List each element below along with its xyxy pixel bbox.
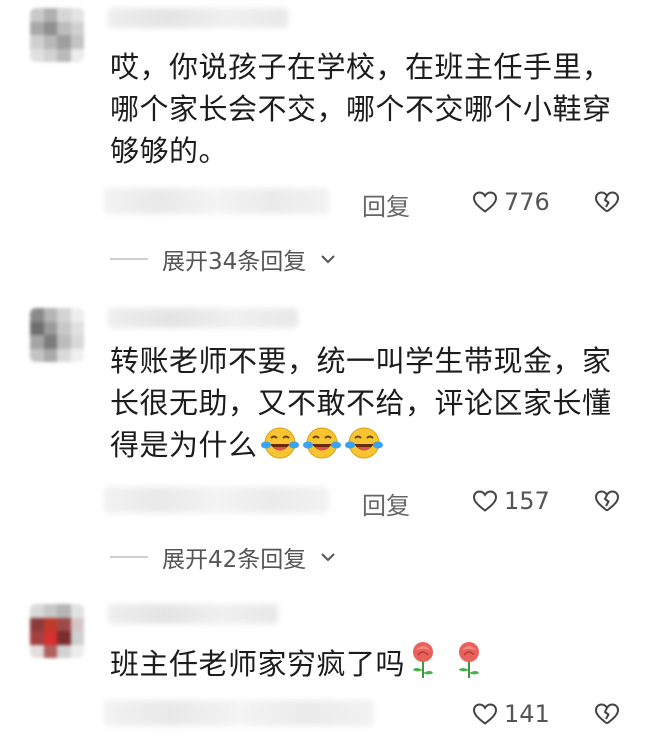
avatar-pixel [70,35,84,49]
like-count: 141 [504,700,550,728]
dislike-button[interactable] [594,702,620,726]
avatar-pixel [43,8,57,22]
avatar-pixel [30,617,44,631]
laughing-tears-emoji [302,425,342,472]
like-button[interactable]: 776 [472,188,550,216]
like-button[interactable]: 141 [472,700,550,728]
avatar-pixel [43,48,57,62]
heart-outline-icon [472,490,498,512]
avatar-pixel [30,631,44,645]
heart-outline-icon [472,191,498,213]
avatar-pixel [70,308,84,322]
avatar-pixel [70,321,84,335]
avatar-pixel [57,617,71,631]
avatar[interactable] [30,604,84,658]
avatar-pixel [57,604,71,618]
chevron-down-icon [321,553,335,562]
avatar-pixel [30,604,44,618]
avatar-pixel [57,35,71,49]
divider-line [110,258,148,260]
timestamp-blurred [104,487,329,513]
avatar-pixel [57,348,71,362]
broken-heart-icon [595,191,619,213]
avatar-pixel [57,308,71,322]
comment-text: 班主任老师家穷疯了吗 [110,640,640,691]
laughing-tears-emoji [344,425,384,472]
avatar-pixel [70,8,84,22]
avatar-pixel [43,308,57,322]
avatar-pixel [43,21,57,35]
dislike-button[interactable] [594,190,620,214]
avatar-pixel [57,631,71,645]
avatar-pixel [43,35,57,49]
avatar-pixel [70,631,84,645]
rose-emoji [407,640,439,691]
username-blurred[interactable] [108,8,288,28]
divider-line [110,556,148,558]
avatar-pixel [30,348,44,362]
avatar-pixel [43,617,57,631]
expand-replies[interactable]: 展开42条回复 [110,540,336,574]
avatar-pixel [70,604,84,618]
like-count: 776 [504,188,550,216]
avatar-pixel [43,644,57,658]
avatar-pixel [70,335,84,349]
timestamp-blurred [104,700,374,726]
avatar[interactable] [30,8,84,62]
avatar-pixel [30,48,44,62]
avatar-pixel [30,8,44,22]
avatar-pixel [70,21,84,35]
rose-emoji [453,640,485,691]
avatar-pixel [57,21,71,35]
avatar-pixel [30,321,44,335]
avatar-pixel [57,48,71,62]
expand-replies[interactable]: 展开34条回复 [110,242,336,276]
avatar-pixel [57,335,71,349]
timestamp-blurred [104,188,329,214]
comment-text: 转账老师不要，统一叫学生带现金，家 长很无助，又不敢不给，评论区家长懂 得是为什… [110,340,640,472]
dislike-button[interactable] [594,489,620,513]
avatar-pixel [30,644,44,658]
avatar-pixel [70,48,84,62]
avatar-pixel [43,604,57,618]
reply-button[interactable]: 回复 [362,187,410,222]
heart-outline-icon [472,703,498,725]
avatar-pixel [30,335,44,349]
like-button[interactable]: 157 [472,487,550,515]
avatar-pixel [57,321,71,335]
avatar-pixel [70,617,84,631]
avatar-pixel [30,35,44,49]
avatar-pixel [43,631,57,645]
username-blurred[interactable] [108,604,278,624]
broken-heart-icon [595,490,619,512]
avatar[interactable] [30,308,84,362]
avatar-pixel [43,335,57,349]
avatar-pixel [30,21,44,35]
avatar-pixel [57,8,71,22]
broken-heart-icon [595,703,619,725]
avatar-pixel [30,308,44,322]
laughing-tears-emoji [260,425,300,472]
reply-button[interactable]: 回复 [362,486,410,521]
avatar-pixel [43,348,57,362]
username-blurred[interactable] [108,308,298,328]
avatar-pixel [70,644,84,658]
avatar-pixel [43,321,57,335]
like-count: 157 [504,487,550,515]
avatar-pixel [70,348,84,362]
comment-text: 哎，你说孩子在学校，在班主任手里， 哪个家长会不交，哪个不交哪个小鞋穿 够够的。 [110,50,612,168]
chevron-down-icon [321,255,335,264]
avatar-pixel [57,644,71,658]
